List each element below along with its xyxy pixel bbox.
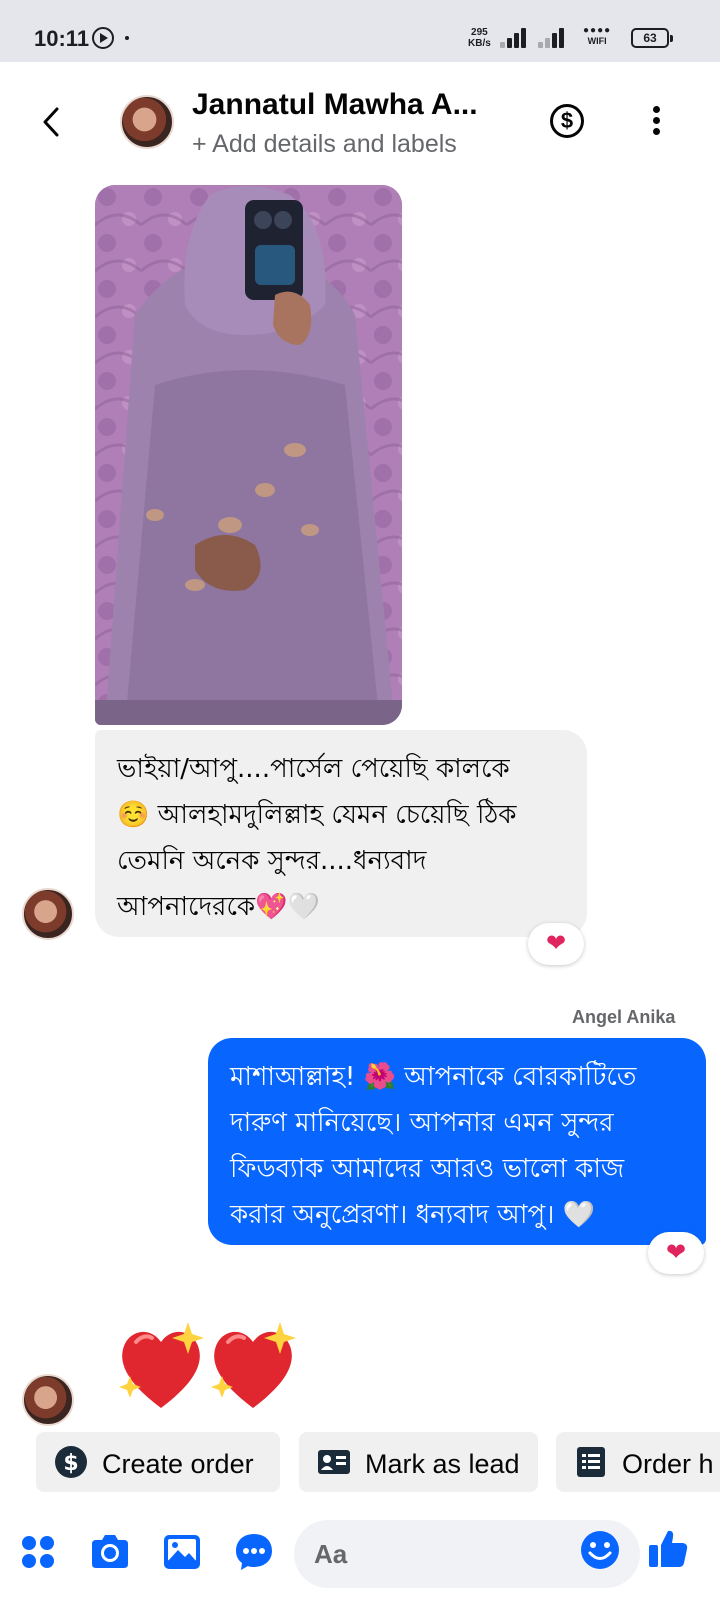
sender-avatar[interactable] [22,888,74,940]
add-details-link[interactable]: + Add details and labels [192,130,457,159]
contact-card-icon [318,1449,350,1474]
message-line: ফিডব্যাক আমাদের আরও ভালো কাজ [230,1154,625,1184]
svg-text:$: $ [63,1451,78,1476]
network-speed: 295 KB/s [468,27,491,49]
emoji-message[interactable] [116,1320,306,1412]
heart-reaction[interactable]: ❤ [648,1232,704,1274]
photo-image [95,185,402,725]
battery-icon: 63 [631,28,673,48]
incoming-text-message[interactable]: ভাইয়া/আপু....পার্সেল পেয়েছি কালকে ☺️ আ… [95,730,587,937]
gallery-icon[interactable] [160,1530,204,1574]
emoji-icon[interactable] [578,1528,622,1572]
status-time: 10:11 [34,26,90,51]
chip-label: Order h [622,1448,714,1479]
order-history-button[interactable]: Order h [556,1432,720,1492]
outgoing-text-message[interactable]: মাশাআল্লাহ! 🌺 আপনাকে বোরকাটিতে দারুণ মান… [208,1038,706,1245]
message-line: ☺️ আলহামদুলিল্লাহ যেমন চেয়েছি ঠিক [117,800,517,830]
sparkling-heart-emoji [119,1322,296,1408]
dollar-icon[interactable]: $ [550,104,584,138]
heart-reaction[interactable]: ❤ [528,923,584,965]
apps-icon[interactable] [16,1530,60,1574]
quick-actions-bar: $ Create order Mark as lead Order h [36,1432,720,1494]
signal-2-icon [538,28,566,48]
chip-label: Mark as lead [365,1448,520,1479]
chat-more-icon[interactable] [232,1530,276,1574]
sender-name: Angel Anika [572,1007,676,1027]
wifi-icon: ●●●● WIFI [583,25,612,47]
order-history-icon [577,1446,605,1477]
mark-as-lead-button[interactable]: Mark as lead [299,1432,538,1492]
signal-1-icon [500,28,528,48]
message-line: করার অনুপ্রেরণা। ধন্যবাদ আপু। 🤍 [230,1200,596,1230]
chat-header: Jannatul Mawha A... + Add details and la… [0,62,720,180]
message-composer: Aa [0,1512,720,1600]
camera-icon[interactable] [88,1530,132,1574]
message-line: আপনাদেরকে💖🤍 [117,892,320,922]
create-order-button[interactable]: $ Create order [36,1432,280,1492]
back-button[interactable] [30,100,74,144]
image-message[interactable] [95,185,402,725]
dollar-circle-icon: $ [55,1445,87,1478]
message-line: দারুণ মানিয়েছে। আপনার এমন সুন্দর [230,1108,614,1138]
chip-label: Create order [102,1448,254,1479]
more-vertical-icon[interactable] [650,106,662,136]
message-line: মাশাআল্লাহ! 🌺 আপনাকে বোরকাটিতে [230,1062,637,1092]
sender-avatar[interactable] [22,1374,74,1426]
contact-name[interactable]: Jannatul Mawha A... [192,88,478,122]
chevron-left-icon [43,107,59,137]
like-icon[interactable] [646,1526,690,1570]
contact-avatar[interactable] [120,95,174,149]
notification-dot-icon [125,36,129,40]
message-line: ভাইয়া/আপু....পার্সেল পেয়েছি কালকে [117,754,510,784]
message-line: তেমনি অনেক সুন্দর....ধন্যবাদ [117,846,427,876]
screen-record-icon [92,27,114,49]
status-bar: 10:11 295 KB/s ●●●● WIFI 63 [0,0,720,62]
